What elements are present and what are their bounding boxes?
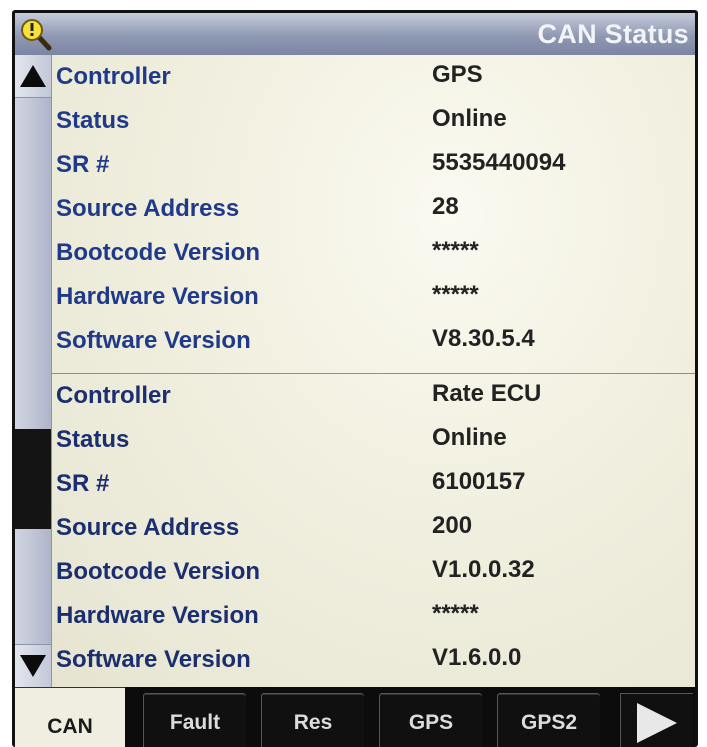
row-label: Status <box>56 426 130 453</box>
info-magnifier-icon[interactable] <box>19 17 53 51</box>
row-value: Online <box>432 105 507 132</box>
tab-res[interactable]: Res <box>261 693 364 747</box>
tab-gps[interactable]: GPS <box>379 693 482 747</box>
row-label: Controller <box>56 382 171 409</box>
tab-can[interactable]: CAN <box>15 687 125 747</box>
info-row: Source Address 200 <box>52 506 695 550</box>
row-label: Source Address <box>56 195 240 222</box>
row-value: V8.30.5.4 <box>432 325 535 352</box>
info-row: Hardware Version ***** <box>52 594 695 638</box>
scroll-thumb[interactable] <box>15 429 51 529</box>
row-label: Controller <box>56 63 171 90</box>
title-bar: CAN Status <box>15 13 695 56</box>
info-row: Software Version V8.30.5.4 <box>52 319 695 363</box>
row-label: Bootcode Version <box>56 558 261 585</box>
info-row: SR # 5535440094 <box>52 143 695 187</box>
controller-list: Controller GPS Status Online SR # 553544009… <box>52 55 695 687</box>
row-value: 200 <box>432 512 473 539</box>
controller-group-rate-ecu[interactable]: Controller Rate ECU Status Online SR # 6100… <box>52 373 695 688</box>
row-label: SR # <box>56 151 110 178</box>
row-value: GPS <box>432 61 483 88</box>
info-row: Controller Rate ECU <box>52 374 695 418</box>
row-value: ***** <box>432 281 479 308</box>
scrollbar[interactable] <box>15 55 52 687</box>
tab-bar: CAN Fault Res GPS GPS2 <box>15 687 695 747</box>
controller-group-gps[interactable]: Controller GPS Status Online SR # 553544009… <box>52 55 695 373</box>
row-label: SR # <box>56 470 110 497</box>
info-row: Source Address 28 <box>52 187 695 231</box>
row-label: Bootcode Version <box>56 239 261 266</box>
info-row: Software Version V1.6.0.0 <box>52 638 695 682</box>
info-row: Status Online <box>52 418 695 462</box>
scroll-up-button[interactable] <box>15 55 51 98</box>
info-row: Controller GPS <box>52 55 695 99</box>
row-label: Software Version <box>56 646 251 673</box>
info-row: Bootcode Version ***** <box>52 231 695 275</box>
info-row: Bootcode Version V1.0.0.32 <box>52 550 695 594</box>
row-value: Rate ECU <box>432 380 542 407</box>
row-label: Hardware Version <box>56 602 259 629</box>
device-frame: CAN Status Controller GPS Status Online SR… <box>12 10 698 747</box>
row-value: ***** <box>432 600 479 627</box>
row-label: Software Version <box>56 327 251 354</box>
info-row: Hardware Version ***** <box>52 275 695 319</box>
tab-fault[interactable]: Fault <box>143 693 246 747</box>
row-value: V1.0.0.32 <box>432 556 535 583</box>
row-label: Hardware Version <box>56 283 259 310</box>
page-title: CAN Status <box>537 19 689 49</box>
next-tab-button[interactable] <box>620 693 693 747</box>
row-label: Source Address <box>56 514 240 541</box>
tab-gps2[interactable]: GPS2 <box>497 693 600 747</box>
row-value: 6100157 <box>432 468 526 495</box>
row-value: 28 <box>432 193 459 220</box>
row-value: Online <box>432 424 507 451</box>
row-value: V1.6.0.0 <box>432 644 522 671</box>
row-value: ***** <box>432 237 479 264</box>
info-row: SR # 6100157 <box>52 462 695 506</box>
screen: CAN Status Controller GPS Status Online SR… <box>15 13 695 747</box>
scroll-down-button[interactable] <box>15 644 51 687</box>
row-value: 5535440094 <box>432 149 566 176</box>
info-row: Status Online <box>52 99 695 143</box>
row-label: Status <box>56 107 130 134</box>
